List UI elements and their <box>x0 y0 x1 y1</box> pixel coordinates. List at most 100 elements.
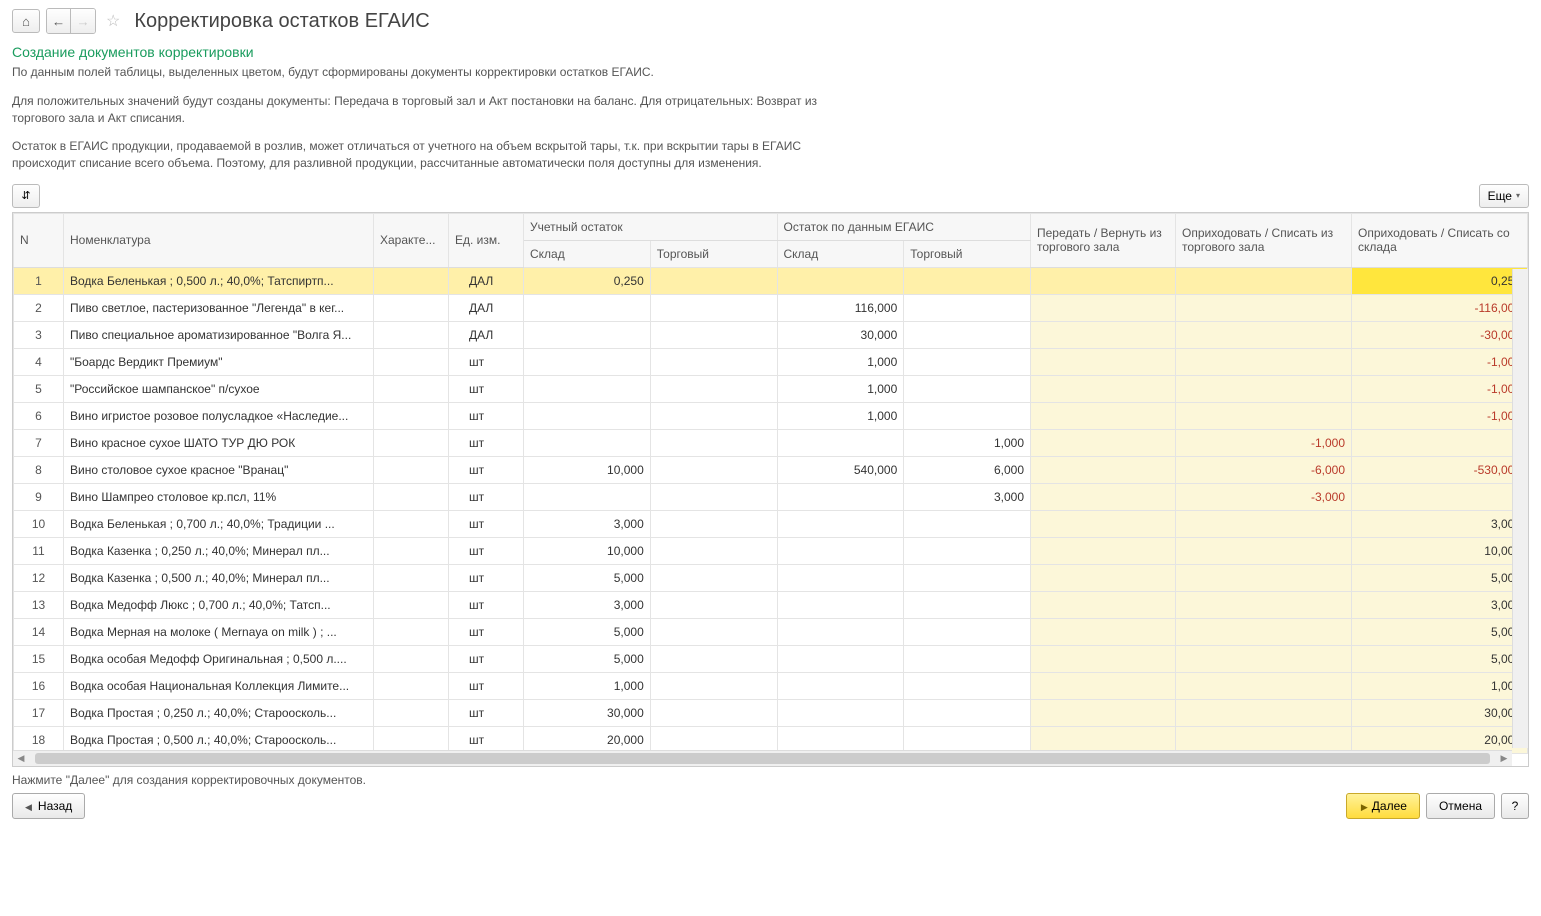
table-row[interactable]: 12Водка Казенка ; 0,500 л.; 40,0%; Минер… <box>14 564 1528 591</box>
cell-post-writeoff-warehouse[interactable]: 5,000 <box>1352 618 1528 645</box>
cell-transfer-return[interactable] <box>1031 510 1176 537</box>
cell-post-writeoff-warehouse[interactable]: -1,000 <box>1352 375 1528 402</box>
table-row[interactable]: 14Водка Мерная на молоке ( Mernaya on mi… <box>14 618 1528 645</box>
expand-collapse-button[interactable]: ⇵ <box>12 184 40 208</box>
cell-post-writeoff-warehouse[interactable]: 30,000 <box>1352 699 1528 726</box>
cell-post-writeoff-hall[interactable] <box>1176 564 1352 591</box>
cell-post-writeoff-hall[interactable]: -3,000 <box>1176 483 1352 510</box>
cell-transfer-return[interactable] <box>1031 321 1176 348</box>
cell-post-writeoff-hall[interactable]: -6,000 <box>1176 456 1352 483</box>
table-row[interactable]: 4"Боардс Вердикт Премиум"шт1,000-1,000 <box>14 348 1528 375</box>
table-row[interactable]: 8Вино столовое сухое красное "Вранац"шт1… <box>14 456 1528 483</box>
cell-egais-torg <box>904 672 1031 699</box>
cell-transfer-return[interactable] <box>1031 348 1176 375</box>
table-row[interactable]: 15Водка особая Медофф Оригинальная ; 0,5… <box>14 645 1528 672</box>
cell-post-writeoff-warehouse[interactable]: 1,000 <box>1352 672 1528 699</box>
cell-post-writeoff-hall[interactable] <box>1176 645 1352 672</box>
cell-transfer-return[interactable] <box>1031 294 1176 321</box>
cell-post-writeoff-warehouse[interactable]: -116,000 <box>1352 294 1528 321</box>
cell-post-writeoff-warehouse[interactable]: -1,000 <box>1352 402 1528 429</box>
cell-transfer-return[interactable] <box>1031 456 1176 483</box>
home-button[interactable]: ⌂ <box>12 9 40 33</box>
cell-post-writeoff-warehouse[interactable]: 5,000 <box>1352 564 1528 591</box>
more-menu-button[interactable]: Еще▾ <box>1479 184 1529 208</box>
col-header-post-writeoff-hall[interactable]: Оприходовать / Списать из торгового зала <box>1176 213 1352 267</box>
col-header-egais-balance[interactable]: Остаток по данным ЕГАИС <box>777 213 1031 240</box>
cell-post-writeoff-hall[interactable] <box>1176 537 1352 564</box>
table-row[interactable]: 1Водка Беленькая ; 0,500 л.; 40,0%; Татс… <box>14 267 1528 294</box>
cell-transfer-return[interactable] <box>1031 375 1176 402</box>
cell-post-writeoff-warehouse[interactable]: 10,000 <box>1352 537 1528 564</box>
col-header-accounting-balance[interactable]: Учетный остаток <box>524 213 778 240</box>
cell-post-writeoff-warehouse[interactable]: -30,000 <box>1352 321 1528 348</box>
col-header-post-writeoff-warehouse[interactable]: Оприходовать / Списать со склада <box>1352 213 1528 267</box>
table-row[interactable]: 17Водка Простая ; 0,250 л.; 40,0%; Старо… <box>14 699 1528 726</box>
cell-post-writeoff-warehouse[interactable]: 5,000 <box>1352 645 1528 672</box>
col-header-characteristic[interactable]: Характе... <box>374 213 449 267</box>
cell-transfer-return[interactable] <box>1031 537 1176 564</box>
horizontal-scrollbar[interactable]: ◀ ▶ <box>13 750 1512 766</box>
cell-post-writeoff-warehouse[interactable] <box>1352 429 1528 456</box>
cancel-button[interactable]: Отмена <box>1426 793 1495 819</box>
cell-post-writeoff-hall[interactable] <box>1176 321 1352 348</box>
table-row[interactable]: 11Водка Казенка ; 0,250 л.; 40,0%; Минер… <box>14 537 1528 564</box>
cell-post-writeoff-warehouse[interactable]: -530,000 <box>1352 456 1528 483</box>
col-header-transfer-return[interactable]: Передать / Вернуть из торгового зала <box>1031 213 1176 267</box>
cell-transfer-return[interactable] <box>1031 645 1176 672</box>
col-header-nomenclature[interactable]: Номенклатура <box>64 213 374 267</box>
cell-egais-torg <box>904 645 1031 672</box>
cell-post-writeoff-warehouse[interactable]: 3,000 <box>1352 510 1528 537</box>
cell-post-writeoff-hall[interactable] <box>1176 402 1352 429</box>
cell-transfer-return[interactable] <box>1031 267 1176 294</box>
cell-transfer-return[interactable] <box>1031 672 1176 699</box>
cell-transfer-return[interactable] <box>1031 429 1176 456</box>
cell-transfer-return[interactable] <box>1031 618 1176 645</box>
cell-post-writeoff-warehouse[interactable]: 0,250 <box>1352 267 1528 294</box>
help-button[interactable]: ? <box>1501 793 1529 819</box>
next-button[interactable]: Далее <box>1346 793 1420 819</box>
cell-post-writeoff-hall[interactable] <box>1176 267 1352 294</box>
col-sub-torg-1[interactable]: Торговый <box>650 240 777 267</box>
col-sub-sklad-2[interactable]: Склад <box>777 240 904 267</box>
cell-transfer-return[interactable] <box>1031 699 1176 726</box>
table-row[interactable]: 10Водка Беленькая ; 0,700 л.; 40,0%; Тра… <box>14 510 1528 537</box>
cell-post-writeoff-hall[interactable] <box>1176 294 1352 321</box>
table-row[interactable]: 9Вино Шампрео столовое кр.псл, 11%шт3,00… <box>14 483 1528 510</box>
table-row[interactable]: 13Водка Медофф Люкс ; 0,700 л.; 40,0%; Т… <box>14 591 1528 618</box>
scroll-thumb[interactable] <box>35 753 1490 764</box>
scroll-left-icon[interactable]: ◀ <box>13 751 29 767</box>
cell-post-writeoff-warehouse[interactable] <box>1352 483 1528 510</box>
table-row[interactable]: 16Водка особая Национальная Коллекция Ли… <box>14 672 1528 699</box>
data-grid[interactable]: N Номенклатура Характе... Ед. изм. Учетн… <box>12 212 1529 767</box>
back-button[interactable]: Назад <box>12 793 85 819</box>
cell-post-writeoff-hall[interactable] <box>1176 618 1352 645</box>
cell-post-writeoff-hall[interactable] <box>1176 699 1352 726</box>
cell-post-writeoff-hall[interactable] <box>1176 672 1352 699</box>
vertical-scrollbar[interactable] <box>1512 269 1528 748</box>
cell-post-writeoff-hall[interactable] <box>1176 348 1352 375</box>
col-header-n[interactable]: N <box>14 213 64 267</box>
scroll-right-icon[interactable]: ▶ <box>1496 751 1512 767</box>
cell-transfer-return[interactable] <box>1031 591 1176 618</box>
table-row[interactable]: 3Пиво специальное ароматизированное "Вол… <box>14 321 1528 348</box>
cell-post-writeoff-hall[interactable] <box>1176 510 1352 537</box>
cell-unit: шт <box>449 699 524 726</box>
table-row[interactable]: 7Вино красное сухое ШАТО ТУР ДЮ РОКшт1,0… <box>14 429 1528 456</box>
cell-transfer-return[interactable] <box>1031 483 1176 510</box>
table-row[interactable]: 5"Российское шампанское" п/сухоешт1,000-… <box>14 375 1528 402</box>
cell-post-writeoff-hall[interactable] <box>1176 591 1352 618</box>
col-sub-torg-2[interactable]: Торговый <box>904 240 1031 267</box>
favorite-star-icon[interactable]: ☆ <box>106 11 120 31</box>
cell-transfer-return[interactable] <box>1031 402 1176 429</box>
cell-post-writeoff-hall[interactable]: -1,000 <box>1176 429 1352 456</box>
col-sub-sklad-1[interactable]: Склад <box>524 240 651 267</box>
table-row[interactable]: 6Вино игристое розовое полусладкое «Насл… <box>14 402 1528 429</box>
cell-transfer-return[interactable] <box>1031 564 1176 591</box>
col-header-unit[interactable]: Ед. изм. <box>449 213 524 267</box>
cell-post-writeoff-warehouse[interactable]: -1,000 <box>1352 348 1528 375</box>
cell-post-writeoff-hall[interactable] <box>1176 375 1352 402</box>
table-row[interactable]: 2Пиво светлое, пастеризованное "Легенда"… <box>14 294 1528 321</box>
forward-nav-button[interactable]: → <box>71 9 95 33</box>
cell-post-writeoff-warehouse[interactable]: 3,000 <box>1352 591 1528 618</box>
back-nav-button[interactable]: ← <box>47 9 71 33</box>
